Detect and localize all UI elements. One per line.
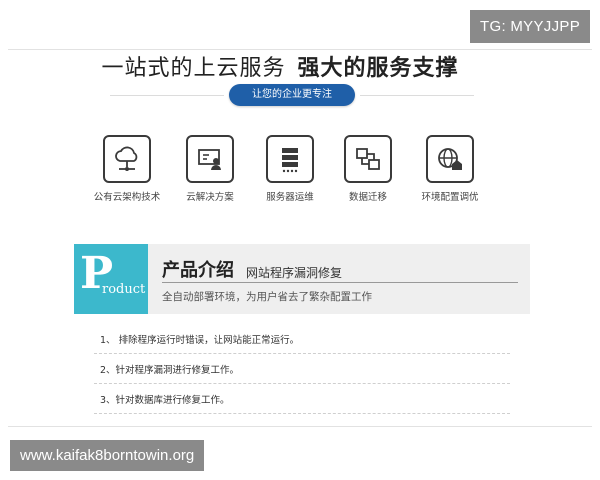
cloud-network-icon — [103, 135, 151, 183]
list-item: 3、针对数据库进行修复工作。 — [94, 390, 510, 420]
product-badge: P roduct — [74, 244, 148, 314]
globe-home-icon — [426, 135, 474, 183]
cta-button[interactable]: 让您的企业更专注 — [229, 84, 355, 106]
divider-bottom — [8, 426, 592, 427]
feature-item[interactable]: 环境配置调优 — [400, 135, 500, 203]
page-headline: 一站式的上云服务 强大的服务支撑 — [0, 50, 560, 82]
feature-label: 环境配置调优 — [421, 192, 479, 203]
list-item-text: 3、针对数据库进行修复工作。 — [100, 395, 230, 406]
product-divider — [162, 282, 518, 283]
list-item-text: 2、针对程序漏洞进行修复工作。 — [100, 365, 240, 376]
list-item: 2、针对程序漏洞进行修复工作。 — [94, 360, 510, 390]
data-transfer-icon — [344, 135, 392, 183]
product-subtitle: 网站程序漏洞修复 — [246, 266, 343, 280]
product-description: 全自动部署环境，为用户省去了繁杂配置工作 — [162, 291, 372, 303]
feature-detail-list: 1、 排除程序运行时错误，让网站能正常运行。 2、针对程序漏洞进行修复工作。 3… — [94, 330, 510, 420]
product-section: P roduct 产品介绍 网站程序漏洞修复 全自动部署环境，为用户省去了繁杂配… — [74, 244, 530, 314]
headline-lead: 一站式的上云服务 — [101, 56, 286, 81]
watermark-top: TG: MYYJJPP — [470, 10, 590, 43]
headline-strong: 强大的服务支撑 — [297, 56, 459, 81]
product-badge-text: roduct — [102, 282, 146, 297]
server-rack-icon — [266, 135, 314, 183]
feature-list: 公有云架构技术 云解决方案 服务器运维 数据迁移 环境配置调优 — [0, 135, 600, 205]
screen-user-icon — [186, 135, 234, 183]
product-title: 产品介绍 — [162, 260, 234, 281]
watermark-bottom: www.kaifak8borntowin.org — [10, 440, 205, 471]
list-item: 1、 排除程序运行时错误，让网站能正常运行。 — [94, 330, 510, 360]
list-item-text: 1、 排除程序运行时错误，让网站能正常运行。 — [100, 335, 300, 346]
